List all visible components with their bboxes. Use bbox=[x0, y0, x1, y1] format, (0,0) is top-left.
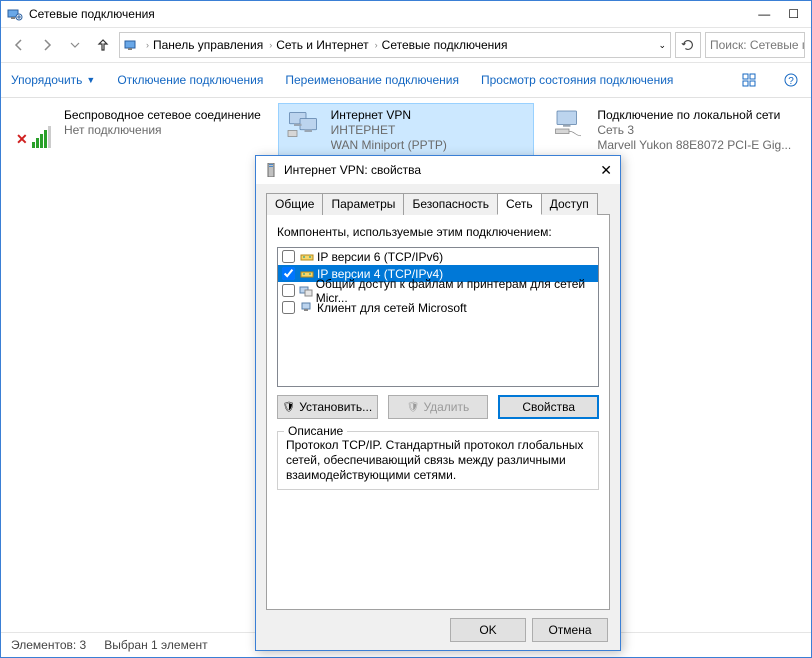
connection-status: Нет подключения bbox=[64, 123, 261, 138]
chevron-down-icon[interactable]: ⌄ bbox=[658, 40, 666, 51]
ok-button[interactable]: OK bbox=[450, 618, 526, 642]
selection-count: Выбран 1 элемент bbox=[104, 638, 207, 652]
service-icon bbox=[299, 284, 314, 298]
description-group: Описание Протокол TCP/IP. Стандартный пр… bbox=[277, 431, 599, 490]
tab-sharing[interactable]: Доступ bbox=[541, 193, 598, 215]
minimize-button[interactable]: — bbox=[758, 7, 770, 21]
component-item-file-sharing[interactable]: Общий доступ к файлам и принтерам для се… bbox=[278, 282, 598, 299]
breadcrumb-item-2[interactable]: Сетевые подключения bbox=[382, 38, 508, 52]
tab-strip: Общие Параметры Безопасность Сеть Доступ bbox=[256, 184, 620, 214]
chevron-right-icon: › bbox=[375, 40, 378, 50]
connection-status: Сеть 3 bbox=[597, 123, 791, 138]
vpn-icon bbox=[283, 108, 323, 148]
item-count: Элементов: 3 bbox=[11, 638, 86, 652]
chevron-right-icon: › bbox=[146, 40, 149, 50]
shield-icon: 🛡 bbox=[407, 402, 420, 413]
protocol-icon bbox=[299, 267, 315, 281]
up-button[interactable] bbox=[91, 33, 115, 57]
dialog-icon bbox=[264, 163, 278, 177]
window-title: Сетевые подключения bbox=[29, 7, 758, 21]
explorer-window: Сетевые подключения — ☐ › Панель управле… bbox=[0, 0, 812, 658]
client-icon bbox=[299, 301, 315, 315]
connection-adapter: Marvell Yukon 88E8072 PCI-E Gig... bbox=[597, 138, 791, 153]
back-button[interactable] bbox=[7, 33, 31, 57]
connection-status: ИНТЕРНЕТ bbox=[331, 123, 447, 138]
ethernet-icon bbox=[549, 108, 589, 148]
connection-item-wifi[interactable]: ✕ Беспроводное сетевое соединение Нет по… bbox=[11, 103, 268, 158]
dialog-footer: OK Отмена bbox=[256, 610, 620, 650]
forward-button[interactable] bbox=[35, 33, 59, 57]
properties-button[interactable]: Свойства bbox=[498, 395, 599, 419]
tab-network[interactable]: Сеть bbox=[497, 193, 542, 215]
connection-item-vpn[interactable]: Интернет VPN ИНТЕРНЕТ WAN Miniport (PPTP… bbox=[278, 103, 535, 158]
component-label: Клиент для сетей Microsoft bbox=[317, 301, 467, 315]
connection-item-ethernet[interactable]: Подключение по локальной сети Сеть 3 Mar… bbox=[544, 103, 801, 158]
breadcrumb[interactable]: › Панель управления› Сеть и Интернет› Се… bbox=[119, 32, 671, 58]
description-text: Протокол TCP/IP. Стандартный протокол гл… bbox=[286, 438, 590, 483]
help-button[interactable]: ? bbox=[781, 70, 801, 90]
component-checkbox[interactable] bbox=[282, 250, 295, 263]
recent-dropdown[interactable] bbox=[63, 33, 87, 57]
refresh-button[interactable] bbox=[675, 32, 701, 58]
close-button[interactable]: ✕ bbox=[600, 162, 612, 179]
uninstall-button: 🛡 Удалить bbox=[388, 395, 489, 419]
component-checkbox[interactable] bbox=[282, 267, 295, 280]
tab-panel-network: Компоненты, используемые этим подключени… bbox=[266, 214, 610, 610]
protocol-icon bbox=[299, 250, 315, 264]
dialog-title: Интернет VPN: свойства bbox=[284, 163, 600, 177]
properties-dialog: Интернет VPN: свойства ✕ Общие Параметры… bbox=[255, 155, 621, 651]
dialog-titlebar: Интернет VPN: свойства ✕ bbox=[256, 156, 620, 184]
component-checkbox[interactable] bbox=[282, 301, 295, 314]
components-label: Компоненты, используемые этим подключени… bbox=[277, 225, 599, 239]
rename-connection-button[interactable]: Переименование подключения bbox=[285, 73, 459, 87]
chevron-down-icon: ▼ bbox=[86, 75, 95, 85]
connection-title: Беспроводное сетевое соединение bbox=[64, 108, 261, 123]
tab-security[interactable]: Безопасность bbox=[403, 193, 498, 215]
search-input[interactable]: Поиск: Сетевые п bbox=[705, 32, 805, 58]
command-bar: Упорядочить ▼ Отключение подключения Пер… bbox=[1, 63, 811, 98]
breadcrumb-item-1[interactable]: Сеть и Интернет› bbox=[276, 38, 377, 52]
install-button[interactable]: 🛡 Установить... bbox=[277, 395, 378, 419]
tab-options[interactable]: Параметры bbox=[322, 193, 404, 215]
breadcrumb-root-icon[interactable]: › bbox=[124, 37, 149, 53]
component-buttons: 🛡 Установить... 🛡 Удалить Свойства bbox=[277, 395, 599, 419]
view-options-button[interactable] bbox=[739, 70, 759, 90]
view-status-button[interactable]: Просмотр состояния подключения bbox=[481, 73, 673, 87]
component-checkbox[interactable] bbox=[282, 284, 295, 297]
breadcrumb-item-0[interactable]: Панель управления› bbox=[153, 38, 272, 52]
navigation-bar: › Панель управления› Сеть и Интернет› Се… bbox=[1, 27, 811, 63]
shield-icon: 🛡 bbox=[282, 402, 295, 413]
connection-title: Подключение по локальной сети bbox=[597, 108, 791, 123]
connection-title: Интернет VPN bbox=[331, 108, 447, 123]
components-list[interactable]: IP версии 6 (TCP/IPv6) IP версии 4 (TCP/… bbox=[277, 247, 599, 387]
error-x-icon: ✕ bbox=[16, 131, 28, 148]
description-legend: Описание bbox=[284, 424, 347, 438]
arrange-button[interactable]: Упорядочить ▼ bbox=[11, 73, 95, 87]
app-icon bbox=[7, 6, 23, 22]
chevron-right-icon: › bbox=[269, 40, 272, 50]
connection-adapter: WAN Miniport (PPTP) bbox=[331, 138, 447, 153]
component-item-ipv6[interactable]: IP версии 6 (TCP/IPv6) bbox=[278, 248, 598, 265]
cancel-button[interactable]: Отмена bbox=[532, 618, 608, 642]
window-controls: — ☐ bbox=[758, 7, 805, 21]
tab-general[interactable]: Общие bbox=[266, 193, 323, 215]
svg-text:?: ? bbox=[788, 76, 794, 87]
disable-connection-button[interactable]: Отключение подключения bbox=[117, 73, 263, 87]
component-label: IP версии 6 (TCP/IPv6) bbox=[317, 250, 443, 264]
maximize-button[interactable]: ☐ bbox=[788, 7, 799, 21]
search-placeholder: Поиск: Сетевые п bbox=[710, 38, 805, 52]
wifi-disconnected-icon: ✕ bbox=[16, 108, 56, 148]
titlebar: Сетевые подключения — ☐ bbox=[1, 1, 811, 27]
